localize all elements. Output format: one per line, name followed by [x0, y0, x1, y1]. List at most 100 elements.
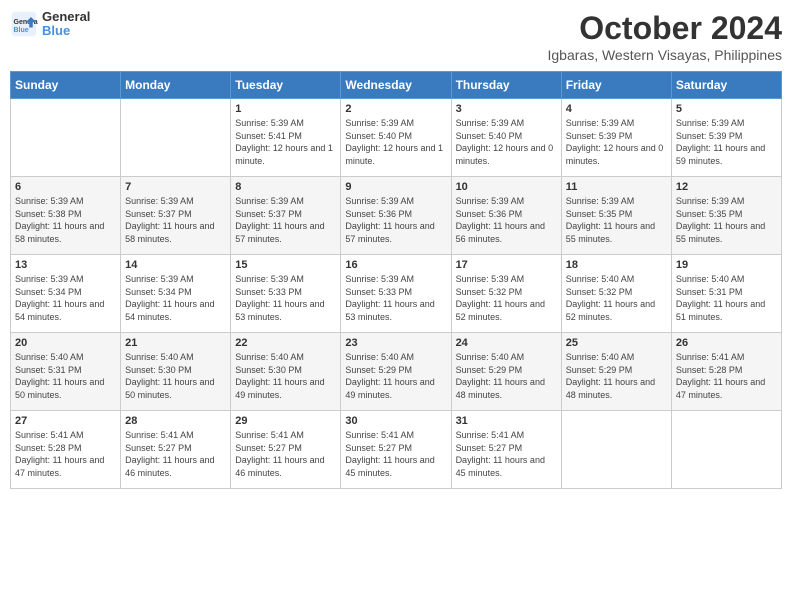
title-block: October 2024 Igbaras, Western Visayas, P… — [548, 10, 783, 63]
day-detail: Sunrise: 5:41 AMSunset: 5:28 PMDaylight:… — [676, 351, 777, 401]
calendar-cell — [561, 411, 671, 489]
day-detail: Sunrise: 5:39 AMSunset: 5:35 PMDaylight:… — [566, 195, 667, 245]
calendar-cell: 25Sunrise: 5:40 AMSunset: 5:29 PMDayligh… — [561, 333, 671, 411]
calendar-cell: 5Sunrise: 5:39 AMSunset: 5:39 PMDaylight… — [671, 99, 781, 177]
calendar-cell: 16 Sunrise: 5:39 AMSunset: 5:33 PMDayligh… — [341, 255, 451, 333]
calendar-body: 1 Sunrise: 5:39 AMSunset: 5:41 PMDaylight… — [11, 99, 782, 489]
day-detail: Sunrise: 5:41 AMSunset: 5:27 PMDaylight:… — [235, 429, 336, 479]
calendar-week-4: 20 Sunrise: 5:40 AMSunset: 5:31 PMDayligh… — [11, 333, 782, 411]
location-title: Igbaras, Western Visayas, Philippines — [548, 47, 783, 63]
header-tuesday: Tuesday — [231, 72, 341, 99]
calendar-cell: 29 Sunrise: 5:41 AMSunset: 5:27 PMDayligh… — [231, 411, 341, 489]
calendar-cell: 28 Sunrise: 5:41 AMSunset: 5:27 PMDayligh… — [121, 411, 231, 489]
day-detail: Sunrise: 5:41 AMSunset: 5:28 PMDaylight:… — [15, 429, 116, 479]
day-number: 29 — [235, 415, 336, 427]
day-number: 13 — [15, 259, 116, 271]
page-header: General Blue General Blue October 2024 I… — [10, 10, 782, 63]
day-number: 16 — [345, 259, 446, 271]
day-detail: Sunrise: 5:40 AMSunset: 5:29 PMDaylight:… — [345, 351, 446, 401]
day-number: 12 — [676, 181, 777, 193]
calendar-cell: 10Sunrise: 5:39 AMSunset: 5:36 PMDayligh… — [451, 177, 561, 255]
day-number: 27 — [15, 415, 116, 427]
day-number: 17 — [456, 259, 557, 271]
svg-text:Blue: Blue — [14, 27, 29, 34]
calendar-cell: 8 Sunrise: 5:39 AMSunset: 5:37 PMDaylight… — [231, 177, 341, 255]
calendar-cell: 26Sunrise: 5:41 AMSunset: 5:28 PMDayligh… — [671, 333, 781, 411]
day-detail: Sunrise: 5:40 AMSunset: 5:32 PMDaylight:… — [566, 273, 667, 323]
day-number: 3 — [456, 103, 557, 115]
calendar-cell: 21 Sunrise: 5:40 AMSunset: 5:30 PMDayligh… — [121, 333, 231, 411]
calendar-cell — [671, 411, 781, 489]
day-detail: Sunrise: 5:39 AMSunset: 5:41 PMDaylight:… — [235, 117, 336, 167]
day-number: 4 — [566, 103, 667, 115]
day-number: 19 — [676, 259, 777, 271]
day-number: 14 — [125, 259, 226, 271]
day-number: 18 — [566, 259, 667, 271]
calendar-header-row: SundayMondayTuesdayWednesdayThursdayFrid… — [11, 72, 782, 99]
day-number: 31 — [456, 415, 557, 427]
day-detail: Sunrise: 5:39 AMSunset: 5:40 PMDaylight:… — [456, 117, 557, 167]
day-detail: Sunrise: 5:41 AMSunset: 5:27 PMDaylight:… — [125, 429, 226, 479]
calendar-cell: 18 Sunrise: 5:40 AMSunset: 5:32 PMDayligh… — [561, 255, 671, 333]
day-number: 8 — [235, 181, 336, 193]
day-number: 24 — [456, 337, 557, 349]
calendar-week-5: 27 Sunrise: 5:41 AMSunset: 5:28 PMDayligh… — [11, 411, 782, 489]
day-detail: Sunrise: 5:41 AMSunset: 5:27 PMDaylight:… — [456, 429, 557, 479]
calendar-cell: 31 Sunrise: 5:41 AMSunset: 5:27 PMDayligh… — [451, 411, 561, 489]
calendar-cell: 19 Sunrise: 5:40 AMSunset: 5:31 PMDayligh… — [671, 255, 781, 333]
header-sunday: Sunday — [11, 72, 121, 99]
header-saturday: Saturday — [671, 72, 781, 99]
calendar-week-1: 1 Sunrise: 5:39 AMSunset: 5:41 PMDaylight… — [11, 99, 782, 177]
calendar-cell: 23Sunrise: 5:40 AMSunset: 5:29 PMDayligh… — [341, 333, 451, 411]
day-number: 22 — [235, 337, 336, 349]
day-number: 21 — [125, 337, 226, 349]
day-detail: Sunrise: 5:39 AMSunset: 5:37 PMDaylight:… — [125, 195, 226, 245]
calendar-cell: 12 Sunrise: 5:39 AMSunset: 5:35 PMDayligh… — [671, 177, 781, 255]
header-thursday: Thursday — [451, 72, 561, 99]
calendar-cell: 2Sunrise: 5:39 AMSunset: 5:40 PMDaylight… — [341, 99, 451, 177]
day-number: 5 — [676, 103, 777, 115]
calendar-cell: 20 Sunrise: 5:40 AMSunset: 5:31 PMDayligh… — [11, 333, 121, 411]
svg-text:General: General — [14, 19, 39, 26]
calendar-cell — [121, 99, 231, 177]
day-number: 1 — [235, 103, 336, 115]
day-detail: Sunrise: 5:40 AMSunset: 5:29 PMDaylight:… — [456, 351, 557, 401]
calendar-cell: 17Sunrise: 5:39 AMSunset: 5:32 PMDayligh… — [451, 255, 561, 333]
calendar-cell: 24 Sunrise: 5:40 AMSunset: 5:29 PMDayligh… — [451, 333, 561, 411]
calendar-cell: 30 Sunrise: 5:41 AMSunset: 5:27 PMDayligh… — [341, 411, 451, 489]
day-number: 10 — [456, 181, 557, 193]
calendar-cell: 11Sunrise: 5:39 AMSunset: 5:35 PMDayligh… — [561, 177, 671, 255]
day-detail: Sunrise: 5:39 AMSunset: 5:34 PMDaylight:… — [15, 273, 116, 323]
calendar-week-2: 6Sunrise: 5:39 AMSunset: 5:38 PMDaylight… — [11, 177, 782, 255]
calendar-cell: 22Sunrise: 5:40 AMSunset: 5:30 PMDayligh… — [231, 333, 341, 411]
day-number: 20 — [15, 337, 116, 349]
day-detail: Sunrise: 5:39 AMSunset: 5:37 PMDaylight:… — [235, 195, 336, 245]
header-friday: Friday — [561, 72, 671, 99]
day-number: 9 — [345, 181, 446, 193]
day-detail: Sunrise: 5:39 AMSunset: 5:35 PMDaylight:… — [676, 195, 777, 245]
day-detail: Sunrise: 5:39 AMSunset: 5:40 PMDaylight:… — [345, 117, 446, 167]
day-number: 25 — [566, 337, 667, 349]
day-number: 28 — [125, 415, 226, 427]
calendar-table: SundayMondayTuesdayWednesdayThursdayFrid… — [10, 71, 782, 489]
day-detail: Sunrise: 5:39 AMSunset: 5:33 PMDaylight:… — [345, 273, 446, 323]
day-detail: Sunrise: 5:39 AMSunset: 5:39 PMDaylight:… — [566, 117, 667, 167]
day-detail: Sunrise: 5:41 AMSunset: 5:27 PMDaylight:… — [345, 429, 446, 479]
day-detail: Sunrise: 5:40 AMSunset: 5:31 PMDaylight:… — [676, 273, 777, 323]
header-monday: Monday — [121, 72, 231, 99]
day-detail: Sunrise: 5:40 AMSunset: 5:30 PMDaylight:… — [125, 351, 226, 401]
day-number: 30 — [345, 415, 446, 427]
calendar-cell — [11, 99, 121, 177]
calendar-cell: 1 Sunrise: 5:39 AMSunset: 5:41 PMDaylight… — [231, 99, 341, 177]
logo-text-general: General — [42, 10, 90, 24]
calendar-cell: 9Sunrise: 5:39 AMSunset: 5:36 PMDaylight… — [341, 177, 451, 255]
calendar-cell: 15Sunrise: 5:39 AMSunset: 5:33 PMDayligh… — [231, 255, 341, 333]
day-detail: Sunrise: 5:39 AMSunset: 5:38 PMDaylight:… — [15, 195, 116, 245]
logo-icon: General Blue — [10, 10, 38, 38]
logo-text-blue: Blue — [42, 24, 90, 38]
day-detail: Sunrise: 5:40 AMSunset: 5:31 PMDaylight:… — [15, 351, 116, 401]
calendar-cell: 13 Sunrise: 5:39 AMSunset: 5:34 PMDayligh… — [11, 255, 121, 333]
calendar-cell: 14Sunrise: 5:39 AMSunset: 5:34 PMDayligh… — [121, 255, 231, 333]
calendar-cell: 6Sunrise: 5:39 AMSunset: 5:38 PMDaylight… — [11, 177, 121, 255]
day-detail: Sunrise: 5:39 AMSunset: 5:33 PMDaylight:… — [235, 273, 336, 323]
